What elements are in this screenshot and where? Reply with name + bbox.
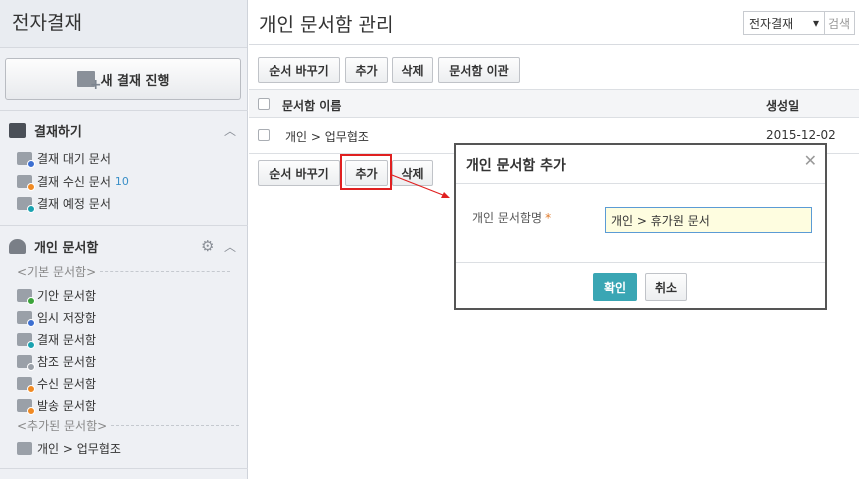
sidebar-item-label: 결재 수신 문서 <box>37 174 111 189</box>
filter-select[interactable]: 전자결재 ▾ <box>743 11 825 35</box>
group-basic: <기본 문서함> <box>17 263 231 280</box>
search-bar: 전자결재 ▾ 검색 <box>743 11 855 35</box>
sidebar-item-label: 임시 저장함 <box>37 310 97 325</box>
table-header: 문서함 이름 생성일 <box>249 89 859 118</box>
divider <box>456 262 825 263</box>
draft-box-icon <box>17 288 35 305</box>
clock-doc-icon <box>17 151 35 168</box>
sidebar-item-custom[interactable]: 개인 > 업무협조 <box>17 439 121 457</box>
row-date: 2015-12-02 <box>766 128 836 142</box>
sidebar-item-label: 참조 문서함 <box>37 354 97 369</box>
temp-save-icon <box>17 310 35 327</box>
person-doc-icon <box>17 196 35 213</box>
sidebar-item-reference[interactable]: 참조 문서함 <box>17 352 97 371</box>
divider <box>0 110 248 111</box>
divider <box>0 468 248 469</box>
reference-box-icon <box>17 354 35 371</box>
incoming-box-icon <box>17 376 35 393</box>
add-button[interactable]: 추가 <box>345 57 388 83</box>
new-approval-label: 새 결재 진행 <box>100 73 170 89</box>
section-personal[interactable]: 개인 문서함 <box>9 236 98 256</box>
close-icon[interactable]: ✕ <box>804 151 817 170</box>
approval-monitor-icon <box>9 122 26 138</box>
field-label: 개인 문서함명 * <box>472 209 551 226</box>
caret-down-icon: ▾ <box>812 16 819 30</box>
row-name: 개인 > 업무협조 <box>285 130 369 144</box>
column-name[interactable]: 문서함 이름 <box>282 97 341 114</box>
chevron-up-icon[interactable]: ︿ <box>224 122 236 139</box>
new-document-icon <box>76 71 102 93</box>
sidebar-item-temp[interactable]: 임시 저장함 <box>17 308 97 327</box>
sidebar-item-label: 수신 문서함 <box>37 376 97 391</box>
section-approval-label: 결재하기 <box>34 124 82 140</box>
count-badge: 10 <box>114 174 129 188</box>
required-mark: * <box>545 211 552 225</box>
sidebar-item-scheduled[interactable]: 결재 예정 문서 <box>17 194 111 213</box>
dialog-title: 개인 문서함 추가 <box>466 158 566 174</box>
sidebar: 전자결재 새 결재 진행 결재하기 ︿ 결재 대기 문서 결재 수신 문서 10… <box>0 0 248 479</box>
app-title: 전자결재 <box>0 0 247 48</box>
reorder-button-bottom[interactable]: 순서 바꾸기 <box>258 160 340 186</box>
sidebar-item-label: 기안 문서함 <box>37 288 97 303</box>
section-personal-label: 개인 문서함 <box>34 240 99 256</box>
section-approval[interactable]: 결재하기 <box>9 120 82 140</box>
sidebar-item-pending[interactable]: 결재 대기 문서 <box>17 149 111 168</box>
reorder-button[interactable]: 순서 바꾸기 <box>258 57 340 83</box>
row-checkbox[interactable] <box>258 129 270 141</box>
sidebar-item-sent[interactable]: 발송 문서함 <box>17 396 97 415</box>
cancel-button[interactable]: 취소 <box>645 273 687 301</box>
group-basic-label: <기본 문서함> <box>17 265 97 279</box>
group-added: <추가된 문서함> <box>17 417 240 434</box>
sidebar-item-label: 발송 문서함 <box>37 398 97 413</box>
sent-box-icon <box>17 398 35 415</box>
box-name-input[interactable] <box>605 207 812 233</box>
page-title: 개인 문서함 관리 <box>259 14 394 36</box>
sidebar-item-draft[interactable]: 기안 문서함 <box>17 286 97 305</box>
sidebar-item-label: 결재 문서함 <box>37 332 97 347</box>
filter-select-value: 전자결재 <box>749 16 794 31</box>
sidebar-item-approved[interactable]: 결재 문서함 <box>17 330 97 349</box>
column-date[interactable]: 생성일 <box>766 97 799 114</box>
sidebar-item-received[interactable]: 결재 수신 문서 10 <box>17 172 129 191</box>
delete-button[interactable]: 삭제 <box>392 57 433 83</box>
chevron-up-icon[interactable]: ︿ <box>224 238 236 255</box>
search-input[interactable]: 검색 <box>825 11 855 35</box>
person-icon <box>9 238 26 254</box>
sidebar-item-incoming[interactable]: 수신 문서함 <box>17 374 97 393</box>
divider <box>456 183 825 184</box>
delete-button-bottom[interactable]: 삭제 <box>392 160 433 186</box>
sidebar-item-label: 결재 대기 문서 <box>37 151 111 166</box>
dashed-divider <box>100 271 231 272</box>
field-label-text: 개인 문서함명 <box>472 211 543 225</box>
move-box-button[interactable]: 문서함 이관 <box>438 57 520 83</box>
add-box-dialog: 개인 문서함 추가 ✕ 개인 문서함명* 확인 취소 <box>454 143 827 310</box>
gear-icon[interactable]: ⚙ <box>201 237 214 255</box>
confirm-button[interactable]: 확인 <box>593 273 637 301</box>
highlight-box <box>340 154 392 190</box>
approved-box-icon <box>17 332 35 349</box>
dashed-divider <box>111 425 240 426</box>
select-all-checkbox[interactable] <box>258 98 270 110</box>
sidebar-item-label: 개인 > 업무협조 <box>37 441 121 456</box>
divider <box>0 225 248 226</box>
folder-check-icon <box>17 441 32 455</box>
new-approval-button[interactable]: 새 결재 진행 <box>5 58 241 100</box>
group-added-label: <추가된 문서함> <box>17 419 108 433</box>
sidebar-item-label: 결재 예정 문서 <box>37 196 111 211</box>
divider <box>249 44 859 45</box>
inbox-doc-icon <box>17 174 35 191</box>
